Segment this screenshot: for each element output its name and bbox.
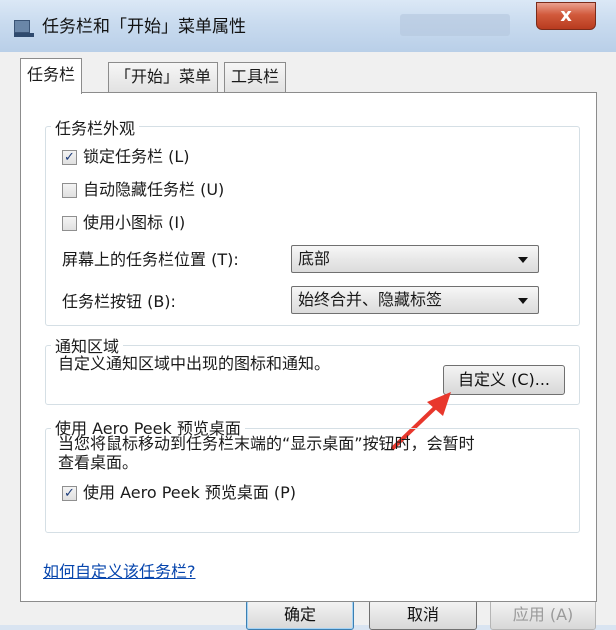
taskbar-buttons-label: 任务栏按钮 (B): (62, 292, 176, 311)
aero-peek-label: 使用 Aero Peek 预览桌面 (P) (83, 483, 297, 502)
ok-button-label: 确定 (283, 605, 316, 624)
aero-peek-description-line2: 查看桌面。 (58, 453, 139, 472)
small-icons-checkbox[interactable] (62, 215, 77, 231)
tab-label: 任务栏 (27, 65, 76, 84)
tab-panel-taskbar: 任务栏外观 ✓ 锁定任务栏 (L) 自动隐藏任务栏 (U) 使用小图标 (I) … (20, 92, 597, 602)
taskbar-position-value: 底部 (298, 249, 331, 268)
aero-peek-checkbox[interactable]: ✓ (62, 485, 77, 501)
customize-button-label: 自定义 (C)... (457, 370, 550, 389)
tab-toolbars[interactable]: 工具栏 (224, 62, 287, 92)
appearance-group-title: 任务栏外观 (51, 115, 140, 139)
customize-notification-button[interactable]: 自定义 (C)... (443, 365, 565, 395)
tab-label: 工具栏 (231, 67, 280, 86)
autohide-label: 自动隐藏任务栏 (U) (83, 180, 225, 199)
dialog-client-area: 任务栏 「开始」菜单 工具栏 任务栏外观 ✓ 锁定任务栏 (L) 自动隐藏任务栏… (0, 52, 616, 630)
apply-button-label: 应用 (A) (512, 605, 574, 624)
tab-start-menu[interactable]: 「开始」菜单 (108, 62, 219, 92)
taskbar-buttons-value: 始终合并、隐藏标签 (298, 290, 443, 309)
taskbar-buttons-dropdown[interactable]: 始终合并、隐藏标签 (291, 286, 539, 314)
aero-peek-row[interactable]: ✓ 使用 Aero Peek 预览桌面 (P) (62, 482, 296, 504)
close-button[interactable]: x (536, 2, 596, 30)
small-icons-label: 使用小图标 (I) (83, 213, 186, 232)
lock-taskbar-row[interactable]: ✓ 锁定任务栏 (L) (62, 146, 190, 168)
title-bar-background-blur (400, 14, 510, 36)
autohide-checkbox[interactable] (62, 182, 77, 198)
cancel-button-label: 取消 (406, 605, 439, 624)
notification-description: 自定义通知区域中出现的图标和通知。 (58, 354, 331, 373)
taskbar-app-icon (14, 20, 34, 38)
help-link[interactable]: 如何自定义该任务栏? (43, 558, 196, 582)
lock-taskbar-checkbox[interactable]: ✓ (62, 149, 77, 165)
tab-label: 「开始」菜单 (115, 67, 212, 86)
taskbar-position-dropdown[interactable]: 底部 (291, 245, 539, 273)
tab-taskbar[interactable]: 任务栏 (20, 58, 83, 94)
window-title: 任务栏和「开始」菜单属性 (42, 17, 246, 37)
close-icon: x (560, 5, 572, 26)
title-bar: 任务栏和「开始」菜单属性 x (0, 0, 616, 52)
apply-button[interactable]: 应用 (A) (490, 600, 596, 630)
cancel-button[interactable]: 取消 (369, 600, 477, 630)
ok-button[interactable]: 确定 (246, 600, 354, 630)
chevron-down-icon (518, 298, 528, 304)
autohide-row[interactable]: 自动隐藏任务栏 (U) (62, 179, 224, 201)
small-icons-row[interactable]: 使用小图标 (I) (62, 212, 185, 234)
taskbar-position-label: 屏幕上的任务栏位置 (T): (62, 250, 239, 269)
chevron-down-icon (518, 257, 528, 263)
lock-taskbar-label: 锁定任务栏 (L) (83, 147, 190, 166)
